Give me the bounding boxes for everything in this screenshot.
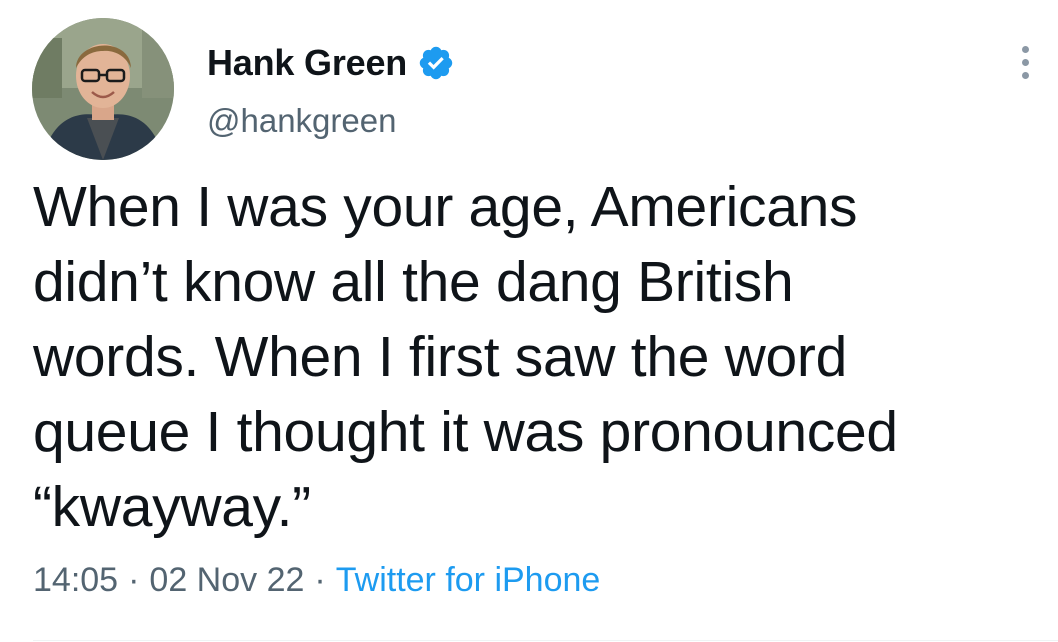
tweet-date[interactable]: 02 Nov 22 (149, 561, 304, 600)
meta-separator: · (128, 561, 140, 599)
tweet-metadata: 14:05 · 02 Nov 22 · Twitter for iPhone (33, 561, 600, 600)
more-options-icon[interactable] (1010, 40, 1040, 84)
more-dot (1021, 45, 1029, 53)
verified-badge-icon (417, 44, 455, 82)
tweet-time[interactable]: 14:05 (33, 561, 118, 600)
tweet-source-link[interactable]: Twitter for iPhone (336, 561, 601, 600)
tweet: Hank Green @hankgreen When I was your ag… (0, 0, 1058, 642)
meta-separator: · (314, 561, 326, 599)
avatar[interactable] (32, 18, 174, 160)
author-display-name[interactable]: Hank Green (207, 42, 407, 84)
divider (33, 640, 1058, 641)
more-dot (1021, 58, 1029, 66)
author-handle[interactable]: @hankgreen (207, 102, 396, 140)
more-dot (1021, 71, 1029, 79)
author-name-row: Hank Green (207, 40, 455, 86)
tweet-text: When I was your age, Americans didn’t kn… (33, 175, 898, 539)
